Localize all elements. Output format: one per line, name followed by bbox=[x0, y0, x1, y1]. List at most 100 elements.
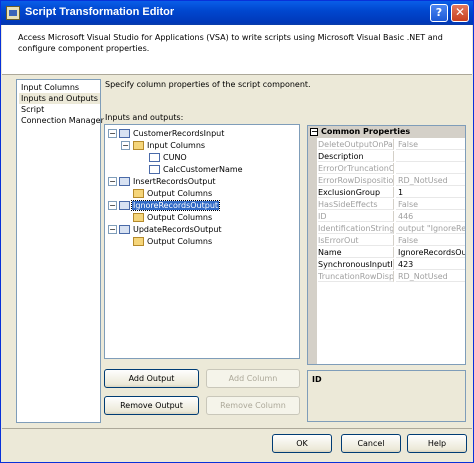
add-column-button[interactable]: Add Column bbox=[206, 369, 300, 388]
property-category-header: − Common Properties bbox=[308, 126, 465, 138]
expander-ignore-records-output[interactable]: − bbox=[108, 201, 117, 210]
header-description: Access Microsoft Visual Studio for Appli… bbox=[18, 33, 443, 53]
property-name: ErrorRowDisposition bbox=[318, 175, 394, 186]
expander-customer-records-input[interactable]: − bbox=[108, 129, 117, 138]
property-name: Description bbox=[318, 151, 394, 162]
tree-node-label: InsertRecordsOutput bbox=[133, 177, 216, 186]
property-name: TruncationRowDispo bbox=[318, 271, 394, 282]
folder-icon bbox=[133, 237, 144, 246]
tree-node-label: CalcCustomerName bbox=[163, 165, 243, 174]
script-transformation-editor-window: Script Transformation Editor ? ✕ Access … bbox=[0, 0, 474, 463]
tree-node-label: Input Columns bbox=[147, 141, 206, 150]
property-row[interactable]: ID 446 bbox=[308, 211, 465, 222]
property-value[interactable] bbox=[396, 151, 465, 162]
property-name: Name bbox=[318, 247, 394, 258]
property-row[interactable]: TruncationRowDispo RD_NotUsed bbox=[308, 271, 465, 282]
output-icon bbox=[119, 201, 130, 210]
property-name: ExclusionGroup bbox=[318, 187, 394, 198]
remove-column-button[interactable]: Remove Column bbox=[206, 396, 300, 415]
property-value: RD_NotUsed bbox=[396, 175, 465, 186]
property-row[interactable]: Name IgnoreRecordsOut bbox=[308, 247, 465, 258]
window-title: Script Transformation Editor bbox=[25, 6, 175, 18]
expander-insert-records-output[interactable]: − bbox=[108, 177, 117, 186]
add-output-button[interactable]: Add Output bbox=[104, 369, 199, 388]
property-value: 446 bbox=[396, 211, 465, 222]
property-row[interactable]: ExclusionGroup 1 bbox=[308, 187, 465, 198]
tree-node-output-columns[interactable]: Output Columns bbox=[133, 236, 213, 247]
output-icon bbox=[119, 225, 130, 234]
nav-item-input-columns[interactable]: Input Columns bbox=[19, 82, 81, 93]
inputs-outputs-label: Inputs and outputs: bbox=[105, 113, 184, 122]
output-icon bbox=[119, 177, 130, 186]
nav-item-inputs-and-outputs[interactable]: Inputs and Outputs bbox=[19, 93, 100, 104]
property-name: HasSideEffects bbox=[318, 199, 394, 210]
column-icon bbox=[149, 165, 160, 174]
tree-node-input-columns[interactable]: Input Columns bbox=[133, 140, 206, 151]
tree-node-cuno[interactable]: CUNO bbox=[149, 152, 188, 163]
column-icon bbox=[149, 153, 160, 162]
folder-icon bbox=[133, 141, 144, 150]
property-value: False bbox=[396, 235, 465, 246]
tree-node-output-columns[interactable]: Output Columns bbox=[133, 188, 213, 199]
property-value[interactable]: 1 bbox=[396, 187, 465, 198]
footer-separator bbox=[2, 428, 472, 429]
tree-node-customer-records-input[interactable]: CustomerRecordsInput bbox=[119, 128, 225, 139]
nav-item-connection-managers[interactable]: Connection Manager bbox=[19, 115, 106, 126]
tree-node-label: UpdateRecordsOutput bbox=[133, 225, 222, 234]
tree-node-calc-customer-name[interactable]: CalcCustomerName bbox=[149, 164, 244, 175]
nav-item-script[interactable]: Script bbox=[19, 104, 46, 115]
app-icon bbox=[6, 6, 20, 20]
property-description-title: ID bbox=[312, 375, 322, 384]
close-button[interactable]: ✕ bbox=[451, 4, 469, 22]
inputs-outputs-tree[interactable]: − CustomerRecordsInput − Input Columns C… bbox=[104, 124, 300, 359]
tree-node-label: IgnoreRecordsOutput bbox=[130, 200, 221, 211]
tree-node-output-columns[interactable]: Output Columns bbox=[133, 212, 213, 223]
content-description: Specify column properties of the script … bbox=[105, 80, 311, 89]
tree-node-label: Output Columns bbox=[147, 237, 213, 246]
tree-node-label: CustomerRecordsInput bbox=[133, 129, 225, 138]
tree-node-update-records-output[interactable]: UpdateRecordsOutput bbox=[119, 224, 223, 235]
property-row[interactable]: DeleteOutputOnPath False bbox=[308, 139, 465, 150]
property-row[interactable]: ErrorRowDisposition RD_NotUsed bbox=[308, 175, 465, 186]
property-description-panel: ID bbox=[307, 370, 466, 422]
folder-icon bbox=[133, 213, 144, 222]
ok-button[interactable]: OK bbox=[272, 434, 332, 453]
remove-output-button[interactable]: Remove Output bbox=[104, 396, 199, 415]
help-title-button[interactable]: ? bbox=[430, 4, 448, 22]
property-row[interactable]: HasSideEffects False bbox=[308, 199, 465, 210]
help-button[interactable]: Help bbox=[407, 434, 467, 453]
property-row[interactable]: ErrorOrTruncationOp bbox=[308, 163, 465, 174]
property-value: False bbox=[396, 139, 465, 150]
property-category-title: Common Properties bbox=[321, 127, 411, 136]
property-name: ErrorOrTruncationOp bbox=[318, 163, 394, 174]
property-value[interactable]: 423 bbox=[396, 259, 465, 270]
tree-node-label: CUNO bbox=[163, 153, 187, 162]
property-name: IsErrorOut bbox=[318, 235, 394, 246]
property-row[interactable]: SynchronousInputID 423 bbox=[308, 259, 465, 270]
tree-node-label: Output Columns bbox=[147, 189, 213, 198]
cancel-button[interactable]: Cancel bbox=[341, 434, 401, 453]
property-name: ID bbox=[318, 211, 394, 222]
property-grid[interactable]: − Common Properties DeleteOutputOnPath Fa… bbox=[307, 125, 466, 365]
nav-list: Input Columns Inputs and Outputs Script … bbox=[16, 79, 104, 423]
property-row[interactable]: Description bbox=[308, 151, 465, 162]
header-panel: Access Microsoft Visual Studio for Appli… bbox=[2, 25, 472, 75]
property-value: output "IgnoreRe bbox=[396, 224, 465, 234]
property-value bbox=[396, 163, 465, 174]
property-value: False bbox=[396, 199, 465, 210]
title-bar: Script Transformation Editor ? ✕ bbox=[1, 1, 473, 25]
expander-update-records-output[interactable]: − bbox=[108, 225, 117, 234]
property-value[interactable]: IgnoreRecordsOut bbox=[396, 247, 465, 258]
property-value: RD_NotUsed bbox=[396, 271, 465, 282]
folder-icon bbox=[133, 189, 144, 198]
tree-node-insert-records-output[interactable]: InsertRecordsOutput bbox=[119, 176, 217, 187]
collapse-icon[interactable]: − bbox=[310, 128, 318, 136]
property-name: IdentificationString bbox=[318, 223, 394, 234]
property-row[interactable]: IsErrorOut False bbox=[308, 235, 465, 246]
tree-node-ignore-records-output[interactable]: IgnoreRecordsOutput bbox=[119, 200, 221, 211]
tree-node-label: Output Columns bbox=[147, 213, 213, 222]
expander-input-columns[interactable]: − bbox=[121, 141, 130, 150]
property-name: DeleteOutputOnPath bbox=[318, 139, 394, 150]
property-row[interactable]: IdentificationString output "IgnoreRe bbox=[308, 223, 465, 234]
input-icon bbox=[119, 129, 130, 138]
